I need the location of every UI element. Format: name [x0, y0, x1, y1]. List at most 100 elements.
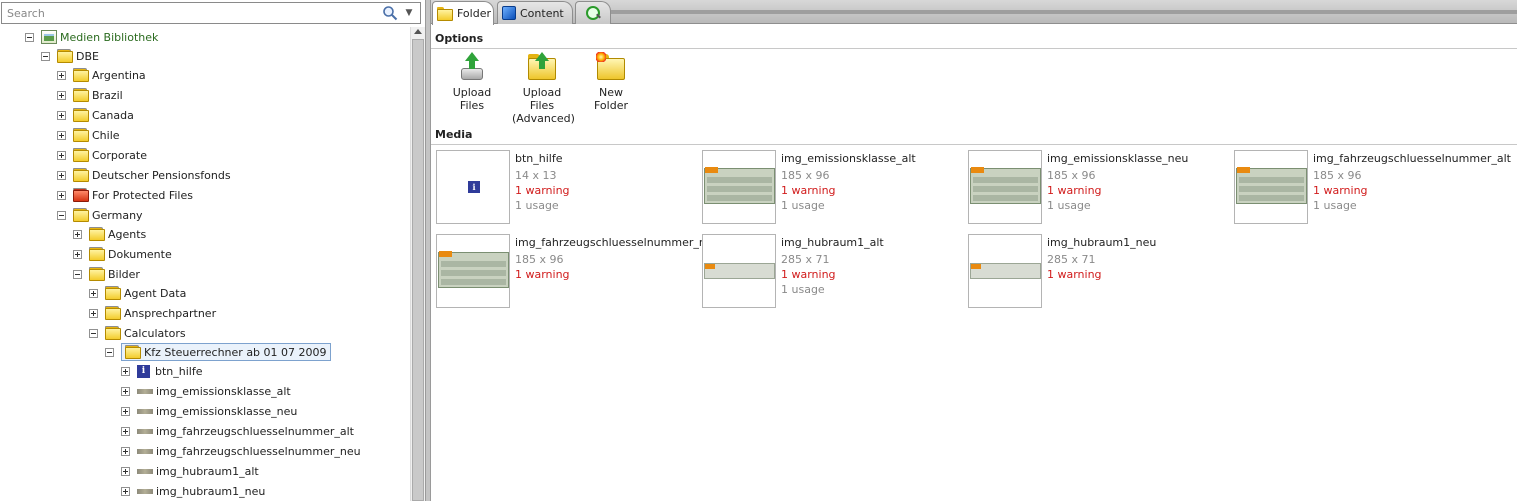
new-folder-button[interactable]: New Folder — [582, 52, 640, 112]
collapse-icon[interactable] — [73, 269, 82, 279]
expand-icon[interactable] — [121, 426, 130, 436]
media-warning[interactable]: 1 warning — [1313, 184, 1368, 197]
media-tree: Medien Bibliothek DBE Argentina Brazil C… — [0, 27, 410, 501]
media-thumbnail[interactable] — [702, 150, 776, 224]
expand-icon[interactable] — [57, 150, 66, 160]
media-thumbnail[interactable] — [968, 150, 1042, 224]
media-thumbnail[interactable]: i — [436, 150, 510, 224]
search-input[interactable] — [2, 3, 372, 23]
tree-node-root[interactable]: Medien Bibliothek — [25, 28, 158, 46]
media-item[interactable]: img_emissionsklasse_neu 185 x 96 1 warni… — [968, 150, 1234, 226]
tree-node-dbe[interactable]: DBE — [41, 47, 99, 65]
upload-folder-icon — [527, 52, 557, 82]
collapse-icon[interactable] — [41, 51, 50, 61]
tree-node-label: Bilder — [108, 267, 140, 281]
expand-icon[interactable] — [89, 308, 98, 318]
tree-node-bilder[interactable]: Bilder — [73, 265, 140, 283]
tree-scrollbar[interactable] — [410, 27, 425, 501]
upload-files-button[interactable]: Upload Files — [443, 52, 501, 112]
expand-icon[interactable] — [57, 170, 66, 180]
media-thumbnail[interactable] — [702, 234, 776, 308]
tree-node-ansprechpartner[interactable]: Ansprechpartner — [89, 304, 216, 322]
media-warning[interactable]: 1 warning — [515, 268, 570, 281]
media-item[interactable]: img_fahrzeugschluesselnummer_neu 185 x 9… — [436, 234, 720, 310]
upload-files-advanced-button[interactable]: Upload Files (Advanced) — [512, 52, 575, 125]
media-warning[interactable]: 1 warning — [781, 184, 836, 197]
media-usage[interactable]: 1 usage — [781, 199, 825, 212]
tree-node-canada[interactable]: Canada — [57, 106, 134, 124]
search-box: ▼ — [1, 2, 421, 24]
tree-node-kfz-steuerrechner[interactable]: Kfz Steuerrechner ab 01 07 2009 — [105, 343, 331, 361]
collapse-icon[interactable] — [57, 210, 66, 220]
media-item[interactable]: i btn_hilfe 14 x 13 1 warning 1 usage — [436, 150, 702, 226]
image-thumbnail-icon — [137, 408, 153, 414]
media-thumbnail[interactable] — [968, 234, 1042, 308]
plate-preview-image — [970, 167, 1041, 204]
upload-files-label: Upload Files — [452, 86, 492, 112]
tree-node-agent-data[interactable]: Agent Data — [89, 284, 186, 302]
media-item[interactable]: img_emissionsklasse_alt 185 x 96 1 warni… — [702, 150, 968, 226]
search-icon[interactable] — [382, 5, 398, 21]
media-thumbnail[interactable] — [436, 234, 510, 308]
tree-file-img-fahrzeugschluesselnummer-alt[interactable]: img_fahrzeugschluesselnummer_alt — [121, 422, 354, 440]
tree-file-img-emissionsklasse-alt[interactable]: img_emissionsklasse_alt — [121, 382, 291, 400]
tree-node-corporate[interactable]: Corporate — [57, 146, 147, 164]
expand-icon[interactable] — [121, 386, 130, 396]
media-usage[interactable]: 1 usage — [1313, 199, 1357, 212]
tree-node-brazil[interactable]: Brazil — [57, 86, 123, 104]
tab-folder[interactable]: Folder — [432, 1, 494, 25]
tree-node-label: Medien Bibliothek — [60, 30, 159, 44]
folder-icon — [73, 68, 89, 82]
media-warning[interactable]: 1 warning — [515, 184, 570, 197]
tree-node-argentina[interactable]: Argentina — [57, 66, 146, 84]
tree-node-calculators[interactable]: Calculators — [89, 324, 186, 342]
collapse-icon[interactable] — [25, 32, 34, 42]
chevron-down-icon[interactable]: ▼ — [403, 6, 415, 20]
expand-icon[interactable] — [73, 229, 82, 239]
media-usage[interactable]: 1 usage — [1047, 199, 1091, 212]
media-item[interactable]: img_fahrzeugschluesselnummer_alt 185 x 9… — [1234, 150, 1517, 226]
folder-icon — [73, 168, 89, 182]
tree-node-germany[interactable]: Germany — [57, 206, 143, 224]
tree-node-dokumente[interactable]: Dokumente — [73, 245, 172, 263]
media-usage[interactable]: 1 usage — [515, 199, 559, 212]
media-item[interactable]: img_hubraum1_neu 285 x 71 1 warning — [968, 234, 1234, 310]
expand-icon[interactable] — [121, 406, 130, 416]
expand-icon[interactable] — [57, 90, 66, 100]
tab-content[interactable]: Content — [497, 1, 573, 24]
image-thumbnail-icon — [137, 488, 153, 494]
media-warning[interactable]: 1 warning — [781, 268, 836, 281]
expand-icon[interactable] — [121, 366, 130, 376]
tree-node-agents[interactable]: Agents — [73, 225, 146, 243]
media-warning[interactable]: 1 warning — [1047, 268, 1102, 281]
tree-file-img-fahrzeugschluesselnummer-neu[interactable]: img_fahrzeugschluesselnummer_neu — [121, 442, 361, 460]
expand-icon[interactable] — [57, 130, 66, 140]
tree-node-chile[interactable]: Chile — [57, 126, 120, 144]
expand-icon[interactable] — [121, 446, 130, 456]
expand-icon[interactable] — [73, 249, 82, 259]
media-warning[interactable]: 1 warning — [1047, 184, 1102, 197]
media-item[interactable]: img_hubraum1_alt 285 x 71 1 warning 1 us… — [702, 234, 968, 310]
tree-file-img-hubraum1-neu[interactable]: img_hubraum1_neu — [121, 482, 265, 500]
expand-icon[interactable] — [121, 486, 130, 496]
tree-node-label: Deutscher Pensionsfonds — [92, 168, 231, 182]
media-usage[interactable]: 1 usage — [781, 283, 825, 296]
tab-search[interactable] — [575, 1, 611, 24]
tree-file-img-hubraum1-alt[interactable]: img_hubraum1_alt — [121, 462, 259, 480]
tree-file-img-emissionsklasse-neu[interactable]: img_emissionsklasse_neu — [121, 402, 297, 420]
expand-icon[interactable] — [89, 288, 98, 298]
new-folder-label: New Folder — [594, 86, 628, 112]
tree-node-protected-files[interactable]: For Protected Files — [57, 186, 193, 204]
expand-icon[interactable] — [57, 190, 66, 200]
expand-icon[interactable] — [57, 70, 66, 80]
media-thumbnail[interactable] — [1234, 150, 1308, 224]
tree-file-btn-hilfe[interactable]: i btn_hilfe — [121, 362, 203, 380]
collapse-icon[interactable] — [105, 347, 114, 357]
media-dimensions: 185 x 96 — [781, 169, 830, 182]
scrollbar-thumb[interactable] — [412, 39, 424, 501]
scroll-up-icon[interactable] — [414, 29, 422, 34]
tree-node-deutscher-pensionsfonds[interactable]: Deutscher Pensionsfonds — [57, 166, 231, 184]
collapse-icon[interactable] — [89, 328, 98, 338]
expand-icon[interactable] — [57, 110, 66, 120]
expand-icon[interactable] — [121, 466, 130, 476]
